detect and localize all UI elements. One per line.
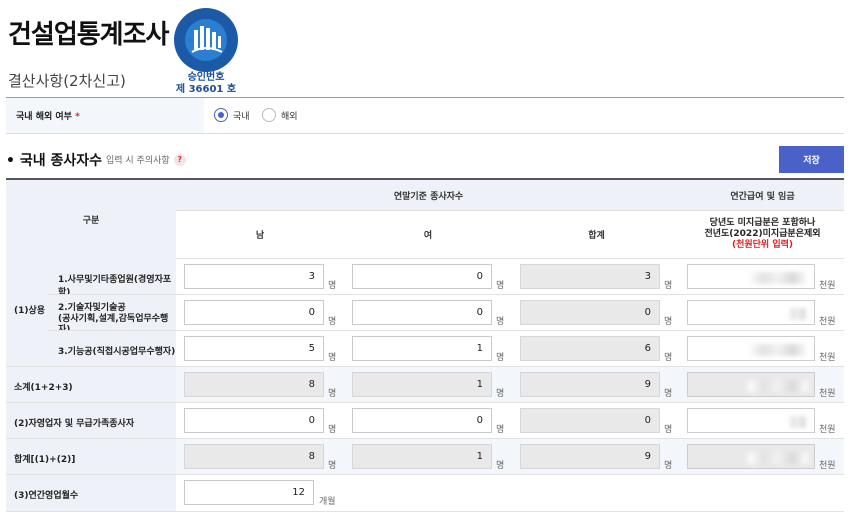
unit-thousand: 천원 (819, 317, 836, 327)
page-subtitle: 결산사항(2차신고) (8, 72, 126, 90)
wage-value-total (687, 444, 815, 469)
wage-input-office[interactable] (687, 264, 815, 289)
wage-header: 연간급여 및 임금 (681, 180, 844, 210)
employee-table: 구분 연말기준 종사자수 연간급여 및 임금 남 여 합계 당년도 미지급분은 … (6, 178, 844, 515)
unit-person: 명 (496, 281, 505, 291)
male-value-subtotal: 8 (184, 372, 324, 397)
total-value-engineer: 0 (520, 300, 660, 325)
domestic-overseas-label: 국내 해외 여부 * (6, 98, 204, 133)
col-total: 합계 (512, 210, 681, 258)
unit-person: 명 (664, 389, 673, 399)
unit-person: 명 (496, 425, 505, 435)
radio-checked-icon[interactable] (214, 108, 228, 122)
female-input-engineer[interactable]: 0 (352, 300, 492, 325)
total-value-self-employed: 0 (520, 408, 660, 433)
section-title: • 국내 종사자수 (6, 153, 102, 169)
unit-person: 명 (328, 461, 337, 471)
row-label-engineer: 2.기술자및기술공 (공사기획,설계,감독업무수행자) (48, 294, 176, 335)
unit-person: 명 (328, 389, 337, 399)
male-input-skilled[interactable]: 5 (184, 336, 324, 361)
approval-number: 제 36601 호 (175, 84, 237, 95)
row-label-total: 합계[(1)+(2)] (6, 438, 176, 474)
wage-input-skilled[interactable] (687, 336, 815, 361)
total-value-subtotal: 9 (520, 372, 660, 397)
unit-person: 명 (328, 281, 337, 291)
total-value-office: 3 (520, 264, 660, 289)
page-title: 건설업통계조사 (8, 20, 169, 50)
col-female: 여 (344, 210, 512, 258)
save-button[interactable]: 저장 (779, 146, 844, 173)
female-input-skilled[interactable]: 1 (352, 336, 492, 361)
unit-person: 명 (664, 425, 673, 435)
total-value-skilled: 6 (520, 336, 660, 361)
unit-month: 개월 (319, 497, 336, 507)
row-label-office: 1.사무및기타종업원(경영자포함) (48, 258, 176, 298)
row-label-self-employed: (2)자영업자 및 무급가족종사자 (6, 402, 176, 438)
national-statistics-logo: 승인번호 제 36601 호 (171, 8, 241, 96)
page-header: 건설업통계조사 결산사항(2차신고) 승인번호 제 36601 호 (6, 0, 844, 98)
female-value-total: 1 (352, 444, 492, 469)
unit-thousand: 천원 (819, 425, 836, 435)
radio-domestic[interactable]: 국내 (214, 108, 250, 122)
radio-unchecked-icon[interactable] (262, 108, 276, 122)
required-mark: * (75, 112, 80, 122)
wage-note: 당년도 미지급분은 포함하나 전년도(2022)미지급분은제외 (천원단위 입력… (681, 210, 844, 258)
male-input-office[interactable]: 3 (184, 264, 324, 289)
unit-thousand: 천원 (819, 389, 836, 399)
unit-thousand: 천원 (819, 461, 836, 471)
input-notes-link[interactable]: 입력 시 주의사항 ? (106, 153, 186, 166)
female-input-self-employed[interactable]: 0 (352, 408, 492, 433)
row-label-subtotal: 소계(1+2+3) (6, 366, 176, 402)
male-input-engineer[interactable]: 0 (184, 300, 324, 325)
unit-person: 명 (328, 317, 337, 327)
unit-thousand: 천원 (819, 353, 836, 363)
domestic-overseas-row: 국내 해외 여부 * 국내 해외 (6, 98, 844, 134)
employee-count-header: 연말기준 종사자수 (176, 180, 681, 210)
wage-value-subtotal (687, 372, 815, 397)
statistics-emblem-icon (174, 8, 238, 72)
wage-input-engineer[interactable] (687, 300, 815, 325)
unit-person: 명 (664, 281, 673, 291)
male-input-self-employed[interactable]: 0 (184, 408, 324, 433)
months-input[interactable]: 12 (184, 480, 314, 505)
unit-person: 명 (664, 461, 673, 471)
col-male: 남 (176, 210, 344, 258)
unit-person: 명 (664, 317, 673, 327)
unit-person: 명 (496, 353, 505, 363)
unit-person: 명 (664, 353, 673, 363)
help-question-icon[interactable]: ? (173, 153, 186, 166)
wage-input-self-employed[interactable] (687, 408, 815, 433)
unit-person: 명 (496, 461, 505, 471)
unit-person: 명 (496, 317, 505, 327)
unit-person: 명 (328, 353, 337, 363)
section-header: • 국내 종사자수 입력 시 주의사항 ? 저장 (6, 134, 844, 178)
regular-label: (1)상용 (6, 258, 48, 366)
total-value-total: 9 (520, 444, 660, 469)
row-label-months: (3)연간영업월수 (6, 474, 176, 511)
col-group-header: 구분 (6, 180, 176, 258)
row-label-skilled: 3.기능공(직접시공업무수행자) (48, 330, 176, 366)
approval-label: 승인번호 (187, 72, 225, 83)
unit-person: 명 (328, 425, 337, 435)
unit-person: 명 (496, 389, 505, 399)
radio-overseas[interactable]: 해외 (262, 108, 298, 122)
female-value-subtotal: 1 (352, 372, 492, 397)
unit-thousand: 천원 (819, 281, 836, 291)
male-value-total: 8 (184, 444, 324, 469)
female-input-office[interactable]: 0 (352, 264, 492, 289)
